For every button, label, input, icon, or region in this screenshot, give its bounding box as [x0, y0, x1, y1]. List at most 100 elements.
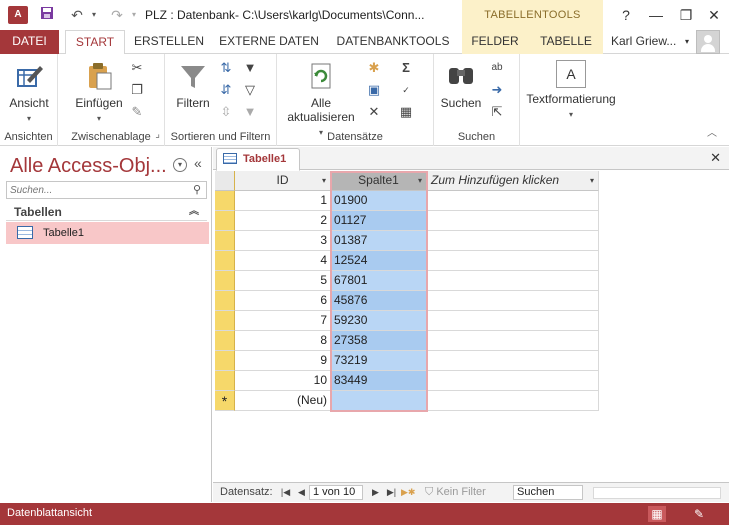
remove-sort-icon[interactable]: ⇳: [217, 104, 235, 120]
cell-add[interactable]: [427, 331, 599, 351]
cell-spalte1[interactable]: 01900: [331, 191, 427, 211]
nav-item-tabelle1[interactable]: Tabelle1: [6, 222, 209, 244]
cell-add[interactable]: [427, 351, 599, 371]
close-document-icon[interactable]: ✕: [710, 150, 721, 166]
row-selector[interactable]: [215, 231, 235, 251]
cell-spalte1-new[interactable]: [331, 391, 427, 411]
chevron-down-icon[interactable]: ▾: [590, 171, 594, 190]
tab-erstellen[interactable]: ERSTELLEN: [131, 30, 207, 54]
row-selector[interactable]: [215, 291, 235, 311]
find-button[interactable]: Suchen: [436, 60, 486, 110]
delete-record-icon[interactable]: ✕: [365, 104, 383, 120]
access-app-icon[interactable]: A: [8, 6, 28, 24]
spelling-icon[interactable]: ✓: [397, 82, 415, 98]
selection-filter-icon[interactable]: ▼: [241, 60, 259, 76]
tab-datenbanktools[interactable]: DATENBANKTOOLS: [332, 30, 454, 54]
new-record-marker[interactable]: *: [215, 391, 235, 411]
cell-spalte1[interactable]: 45876: [331, 291, 427, 311]
cut-icon[interactable]: ✂: [128, 60, 146, 76]
first-record-icon[interactable]: |◀: [279, 485, 292, 500]
new-record-nav-icon[interactable]: ▶✱: [401, 485, 415, 500]
row-selector[interactable]: [215, 251, 235, 271]
cell-id[interactable]: 6: [235, 291, 331, 311]
cell-add[interactable]: [427, 251, 599, 271]
cell-spalte1[interactable]: 83449: [331, 371, 427, 391]
cell-spalte1[interactable]: 73219: [331, 351, 427, 371]
totals-icon[interactable]: Σ: [397, 60, 415, 76]
copy-icon[interactable]: ❐: [128, 82, 146, 98]
cell-add[interactable]: [427, 311, 599, 331]
row-selector[interactable]: [215, 331, 235, 351]
advanced-filter-icon[interactable]: ▽: [241, 82, 259, 98]
last-record-icon[interactable]: ▶|: [385, 485, 398, 500]
nav-pane-title[interactable]: Alle Access-Obj...: [10, 155, 167, 178]
nav-collapse-icon[interactable]: «: [194, 155, 202, 171]
cell-id[interactable]: 10: [235, 371, 331, 391]
restore-button[interactable]: ❐: [674, 4, 698, 26]
column-header-spalte1[interactable]: Spalte1 ▾: [331, 171, 427, 191]
help-button[interactable]: ?: [614, 4, 638, 26]
nav-search-input[interactable]: [7, 182, 187, 199]
user-dropdown-icon[interactable]: ▾: [681, 30, 693, 54]
cell-id[interactable]: 3: [235, 231, 331, 251]
tab-felder[interactable]: FELDER: [466, 30, 524, 54]
row-selector[interactable]: [215, 351, 235, 371]
goto-icon[interactable]: ➜: [488, 82, 506, 98]
cell-id[interactable]: 2: [235, 211, 331, 231]
more-icon[interactable]: ▦: [397, 104, 415, 120]
current-record-field[interactable]: 1 von 10: [309, 485, 363, 500]
customize-qat-icon[interactable]: ▾: [128, 5, 140, 25]
refresh-all-button[interactable]: Alle aktualisieren ▾: [281, 60, 361, 138]
cell-spalte1[interactable]: 59230: [331, 311, 427, 331]
select-all-corner[interactable]: [215, 171, 235, 191]
cell-add[interactable]: [427, 211, 599, 231]
cell-id[interactable]: 1: [235, 191, 331, 211]
row-selector[interactable]: [215, 191, 235, 211]
cell-id[interactable]: 7: [235, 311, 331, 331]
cell-id[interactable]: 9: [235, 351, 331, 371]
dialog-launcher-icon[interactable]: ⌟: [155, 129, 160, 140]
column-header-add[interactable]: Zum Hinzufügen klicken ▾: [427, 171, 599, 191]
filter-button[interactable]: Filtern: [173, 60, 213, 110]
toggle-filter-icon[interactable]: ▼: [241, 104, 259, 120]
format-painter-icon[interactable]: ✎: [128, 104, 146, 120]
cell-id[interactable]: 4: [235, 251, 331, 271]
redo-icon[interactable]: ↷: [106, 5, 128, 25]
next-record-icon[interactable]: ▶: [369, 485, 382, 500]
search-icon[interactable]: ⚲: [189, 182, 205, 198]
view-button[interactable]: Ansicht ▾: [4, 60, 54, 124]
cell-add[interactable]: [427, 371, 599, 391]
tab-tabelle[interactable]: TABELLE: [534, 30, 598, 54]
select-icon[interactable]: ⇱: [488, 104, 506, 120]
sort-descending-icon[interactable]: ⇵: [217, 82, 235, 98]
save-record-icon[interactable]: ▣: [365, 82, 383, 98]
doc-tab-tabelle1[interactable]: Tabelle1: [216, 148, 300, 171]
row-selector[interactable]: [215, 311, 235, 331]
design-view-icon[interactable]: ✎: [690, 506, 708, 522]
cell-spalte1[interactable]: 67801: [331, 271, 427, 291]
nav-group-tabellen[interactable]: Tabellen ︽: [6, 203, 207, 221]
tab-start[interactable]: START: [65, 30, 125, 55]
nav-menu-icon[interactable]: ▾: [173, 158, 187, 172]
close-button[interactable]: ✕: [702, 4, 726, 26]
chevron-down-icon[interactable]: ▾: [322, 171, 326, 190]
paste-button[interactable]: Einfügen ▾: [72, 60, 126, 124]
cell-spalte1[interactable]: 01387: [331, 231, 427, 251]
tab-externe-daten[interactable]: EXTERNE DATEN: [214, 30, 324, 54]
cell-add[interactable]: [427, 191, 599, 211]
collapse-ribbon-icon[interactable]: ︿: [707, 124, 717, 139]
avatar[interactable]: [696, 30, 720, 54]
cell-add[interactable]: [427, 271, 599, 291]
cell-add[interactable]: [427, 291, 599, 311]
column-header-id[interactable]: ID ▾: [235, 171, 331, 191]
datasheet-view-icon[interactable]: ▦: [648, 506, 666, 522]
minimize-button[interactable]: —: [644, 4, 668, 26]
row-selector[interactable]: [215, 371, 235, 391]
undo-dropdown-icon[interactable]: ▾: [88, 5, 100, 25]
chevron-down-icon[interactable]: ▾: [418, 171, 422, 190]
text-format-button[interactable]: A Textformatierung ▾: [524, 60, 618, 120]
tab-datei[interactable]: DATEI: [0, 30, 59, 54]
cell-id[interactable]: 8: [235, 331, 331, 351]
cell-spalte1[interactable]: 27358: [331, 331, 427, 351]
sort-ascending-icon[interactable]: ⇅: [217, 60, 235, 76]
